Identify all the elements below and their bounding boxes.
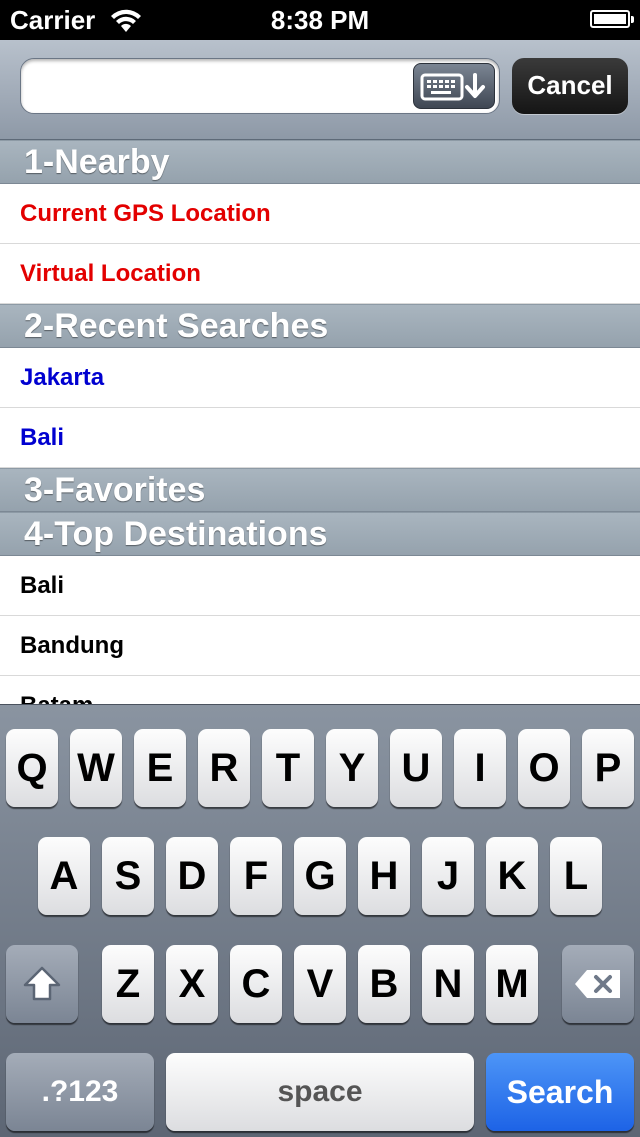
key-y[interactable]: Y [326, 729, 378, 807]
key-e[interactable]: E [134, 729, 186, 807]
list-item-bali[interactable]: Bali [0, 556, 640, 616]
section-header-recent-searches: 2-Recent Searches [0, 304, 640, 348]
shift-key[interactable] [6, 945, 78, 1023]
key-z[interactable]: Z [102, 945, 154, 1023]
search-bar: Cancel [0, 40, 640, 140]
key-n[interactable]: N [422, 945, 474, 1023]
list-item-jakarta[interactable]: Jakarta [0, 348, 640, 408]
results-list: 1-Nearby Current GPS Location Virtual Lo… [0, 140, 640, 704]
list-item-virtual-location[interactable]: Virtual Location [0, 244, 640, 304]
space-key[interactable]: space [166, 1053, 474, 1131]
backspace-icon [575, 970, 620, 998]
key-x[interactable]: X [166, 945, 218, 1023]
key-p[interactable]: P [582, 729, 634, 807]
key-s[interactable]: S [102, 837, 154, 915]
list-item-batam[interactable]: Batam [0, 676, 640, 704]
battery-icon [590, 10, 634, 28]
section-header-nearby: 1-Nearby [0, 140, 640, 184]
key-h[interactable]: H [358, 837, 410, 915]
key-o[interactable]: O [518, 729, 570, 807]
key-r[interactable]: R [198, 729, 250, 807]
key-a[interactable]: A [38, 837, 90, 915]
section-header-favorites: 3-Favorites [0, 468, 640, 512]
key-j[interactable]: J [422, 837, 474, 915]
key-f[interactable]: F [230, 837, 282, 915]
key-v[interactable]: V [294, 945, 346, 1023]
key-d[interactable]: D [166, 837, 218, 915]
key-w[interactable]: W [70, 729, 122, 807]
search-input[interactable] [37, 67, 421, 107]
list-item-bali-recent[interactable]: Bali [0, 408, 640, 468]
list-item-bandung[interactable]: Bandung [0, 616, 640, 676]
key-b[interactable]: B [358, 945, 410, 1023]
key-k[interactable]: K [486, 837, 538, 915]
numbers-key[interactable]: .?123 [6, 1053, 154, 1131]
key-g[interactable]: G [294, 837, 346, 915]
keyboard: Q W E R T Y U I O P A S D F G H J K L Z … [0, 704, 640, 1137]
key-u[interactable]: U [390, 729, 442, 807]
cancel-button[interactable]: Cancel [512, 58, 628, 114]
section-header-top-destinations: 4-Top Destinations [0, 512, 640, 556]
key-q[interactable]: Q [6, 729, 58, 807]
key-m[interactable]: M [486, 945, 538, 1023]
key-i[interactable]: I [454, 729, 506, 807]
keyboard-dismiss-button[interactable] [413, 63, 495, 109]
search-field[interactable] [20, 58, 500, 114]
status-bar: Carrier 8:38 PM [0, 0, 640, 40]
keyboard-down-icon [420, 73, 485, 101]
shift-arrow-icon [23, 966, 61, 1001]
key-c[interactable]: C [230, 945, 282, 1023]
clock: 8:38 PM [270, 5, 370, 35]
search-key[interactable]: Search [486, 1053, 634, 1131]
key-t[interactable]: T [262, 729, 314, 807]
key-l[interactable]: L [550, 837, 602, 915]
list-item-current-gps-location[interactable]: Current GPS Location [0, 184, 640, 244]
backspace-key[interactable] [562, 945, 634, 1023]
